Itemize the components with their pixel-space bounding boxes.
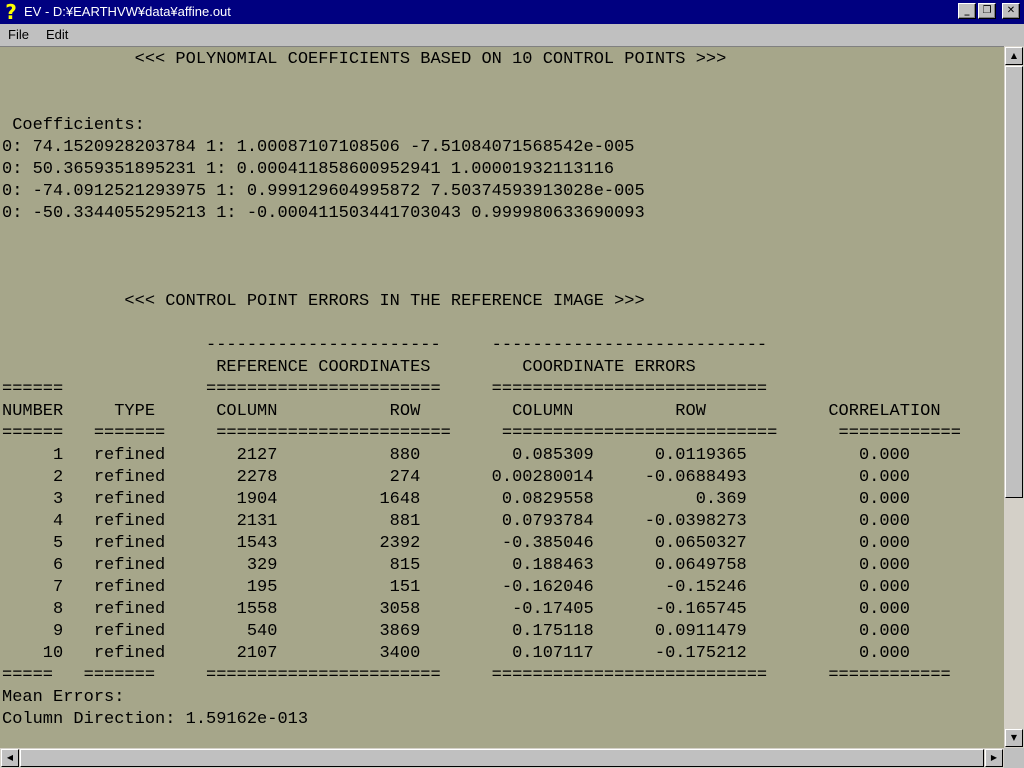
table-row: 8 refined 1558 3058 -0.17405 -0.165745 0… <box>2 600 910 619</box>
maximize-button[interactable]: ❐ <box>978 3 996 19</box>
coefficient-line: 0: -50.3344055295213 1: -0.0004115034417… <box>2 204 645 223</box>
title-bar[interactable]: ? EV - D:¥EARTHVW¥data¥affine.out _ ❐ ✕ <box>0 0 1024 24</box>
mean-errors-label: Mean Errors: <box>2 688 125 707</box>
scroll-right-arrow-icon: ▶ <box>990 753 998 762</box>
table-row: 10 refined 2107 3400 0.107117 -0.175212 … <box>2 644 910 663</box>
table-rule: ====== ======================= =========… <box>2 380 768 399</box>
table-row: 4 refined 2131 881 0.0793784 -0.0398273 … <box>2 512 910 531</box>
table-row: 5 refined 1543 2392 -0.385046 0.0650327 … <box>2 534 910 553</box>
coefficients-label: Coefficients: <box>2 116 145 135</box>
table-group-header: REFERENCE COORDINATES COORDINATE ERRORS <box>2 358 696 377</box>
scroll-right-button[interactable]: ▶ <box>985 749 1003 767</box>
restore-icon: ❐ <box>982 5 992 16</box>
table-row: 7 refined 195 151 -0.162046 -0.15246 0.0… <box>2 578 910 597</box>
table-group-rule: ----------------------- ----------------… <box>2 336 768 355</box>
scrollbar-corner <box>1004 748 1024 768</box>
scroll-up-arrow-icon: ▲ <box>1010 51 1018 60</box>
table-rule: ====== ======= ======================= =… <box>2 424 961 443</box>
column-direction-line: Column Direction: 1.59162e-013 <box>2 710 309 729</box>
section-heading-coefficients: <<< POLYNOMIAL COEFFICIENTS BASED ON 10 … <box>2 50 727 69</box>
section-heading-errors: <<< CONTROL POINT ERRORS IN THE REFERENC… <box>2 292 645 311</box>
close-button[interactable]: ✕ <box>1002 3 1020 19</box>
table-header: NUMBER TYPE COLUMN ROW COLUMN ROW CORREL… <box>2 402 941 421</box>
scroll-left-arrow-icon: ◀ <box>6 753 14 762</box>
table-row: 9 refined 540 3869 0.175118 0.0911479 0.… <box>2 622 910 641</box>
menu-edit[interactable]: Edit <box>46 27 68 43</box>
scroll-left-button[interactable]: ◀ <box>1 749 19 767</box>
close-icon: ✕ <box>1006 5 1016 16</box>
coefficient-line: 0: 50.3659351895231 1: 0.000411858600952… <box>2 160 615 179</box>
document-text-area[interactable]: <<< POLYNOMIAL COEFFICIENTS BASED ON 10 … <box>0 46 1004 749</box>
vertical-scroll-thumb[interactable] <box>1005 66 1023 498</box>
table-row: 6 refined 329 815 0.188463 0.0649758 0.0… <box>2 556 910 575</box>
horizontal-scroll-thumb[interactable] <box>20 749 984 767</box>
menu-bar: File Edit <box>0 24 1024 46</box>
vertical-scrollbar[interactable]: ▲ ▼ <box>1004 46 1024 748</box>
menu-file[interactable]: File <box>8 27 29 43</box>
table-rule: ===== ======= ======================= ==… <box>2 666 951 685</box>
table-row: 1 refined 2127 880 0.085309 0.0119365 0.… <box>2 446 910 465</box>
scroll-down-arrow-icon: ▼ <box>1010 733 1018 742</box>
coefficient-line: 0: -74.0912521293975 1: 0.99912960499587… <box>2 182 645 201</box>
coefficient-line: 0: 74.1520928203784 1: 1.00087107108506 … <box>2 138 635 157</box>
minimize-icon: _ <box>964 5 970 16</box>
question-mark-icon[interactable]: ? <box>2 1 20 23</box>
minimize-button[interactable]: _ <box>958 3 976 19</box>
table-row: 3 refined 1904 1648 0.0829558 0.369 0.00… <box>2 490 910 509</box>
table-row: 2 refined 2278 274 0.00280014 -0.0688493… <box>2 468 910 487</box>
scroll-up-button[interactable]: ▲ <box>1005 47 1023 65</box>
horizontal-scrollbar[interactable]: ◀ ▶ <box>0 748 1004 768</box>
scroll-down-button[interactable]: ▼ <box>1005 729 1023 747</box>
window-title: EV - D:¥EARTHVW¥data¥affine.out <box>24 4 231 19</box>
